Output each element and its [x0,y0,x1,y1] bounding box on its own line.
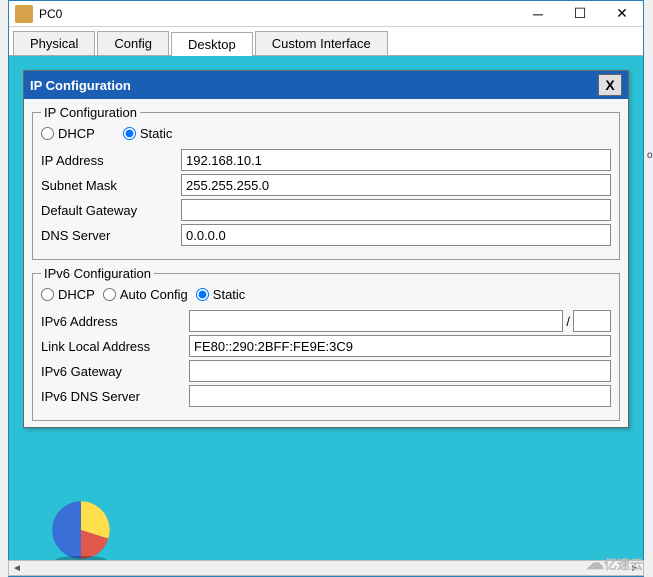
ipv6-dns-label: IPv6 DNS Server [41,389,189,404]
desktop-area: IP Configuration X IP Configuration DHCP… [9,56,643,576]
ipv4-static-option[interactable]: Static [123,126,173,141]
ipv6-auto-option[interactable]: Auto Config [103,287,188,302]
ipv6-dhcp-option[interactable]: DHCP [41,287,95,302]
ipv6-legend: IPv6 Configuration [41,266,154,281]
pie-chart-icon[interactable] [45,494,117,566]
app-icon [15,5,33,23]
watermark: ☁亿速云 [586,553,643,574]
ipv6-address-input[interactable] [189,310,563,332]
dns-server-input[interactable] [181,224,611,246]
ipv6-prefix-slash: / [566,314,570,329]
dns-server-label: DNS Server [41,228,181,243]
ipv4-static-radio[interactable] [123,127,136,140]
ipv4-static-label: Static [140,126,173,141]
ipv4-dhcp-radio[interactable] [41,127,54,140]
link-local-label: Link Local Address [41,339,189,354]
ipv4-dhcp-option[interactable]: DHCP [41,126,95,141]
window-title: PC0 [39,7,517,21]
cropped-text: or [647,150,653,162]
horizontal-scrollbar[interactable]: ◄ ► [8,560,644,576]
link-local-input[interactable] [189,335,611,357]
app-window: PC0 ─ ☐ ✕ Physical Config Desktop Custom… [8,0,644,577]
window-controls: ─ ☐ ✕ [517,1,643,27]
tab-config[interactable]: Config [97,31,169,55]
default-gateway-input[interactable] [181,199,611,221]
tab-physical[interactable]: Physical [13,31,95,55]
ipv6-dhcp-label: DHCP [58,287,95,302]
ip-config-dialog: IP Configuration X IP Configuration DHCP… [23,70,629,428]
ipv6-dns-input[interactable] [189,385,611,407]
minimize-button[interactable]: ─ [517,1,559,27]
ipv4-mode-row: DHCP Static [41,126,611,141]
ipv6-dhcp-radio[interactable] [41,288,54,301]
titlebar: PC0 ─ ☐ ✕ [9,1,643,27]
ipv6-static-option[interactable]: Static [196,287,246,302]
ipv6-prefix-input[interactable] [573,310,611,332]
ipv6-gateway-label: IPv6 Gateway [41,364,189,379]
ip-address-input[interactable] [181,149,611,171]
ip-address-label: IP Address [41,153,181,168]
ipv6-auto-label: Auto Config [120,287,188,302]
ipv6-address-label: IPv6 Address [41,314,189,329]
close-button[interactable]: ✕ [601,1,643,27]
tab-bar: Physical Config Desktop Custom Interface [9,27,643,56]
dialog-title: IP Configuration [30,78,598,93]
tab-desktop[interactable]: Desktop [171,32,253,56]
tab-custom-interface[interactable]: Custom Interface [255,31,388,55]
ipv6-fieldset: IPv6 Configuration DHCP Auto Config Stat… [32,266,620,421]
ipv4-fieldset: IP Configuration DHCP Static IP Address [32,105,620,260]
ipv6-static-label: Static [213,287,246,302]
dialog-close-button[interactable]: X [598,74,622,96]
scroll-left-button[interactable]: ◄ [9,561,25,575]
ipv6-mode-row: DHCP Auto Config Static [41,287,611,302]
maximize-button[interactable]: ☐ [559,1,601,27]
ipv6-static-radio[interactable] [196,288,209,301]
subnet-mask-label: Subnet Mask [41,178,181,193]
dialog-titlebar: IP Configuration X [24,71,628,99]
ipv6-auto-radio[interactable] [103,288,116,301]
subnet-mask-input[interactable] [181,174,611,196]
ipv4-legend: IP Configuration [41,105,140,120]
ipv6-gateway-input[interactable] [189,360,611,382]
ipv4-dhcp-label: DHCP [58,126,95,141]
default-gateway-label: Default Gateway [41,203,181,218]
